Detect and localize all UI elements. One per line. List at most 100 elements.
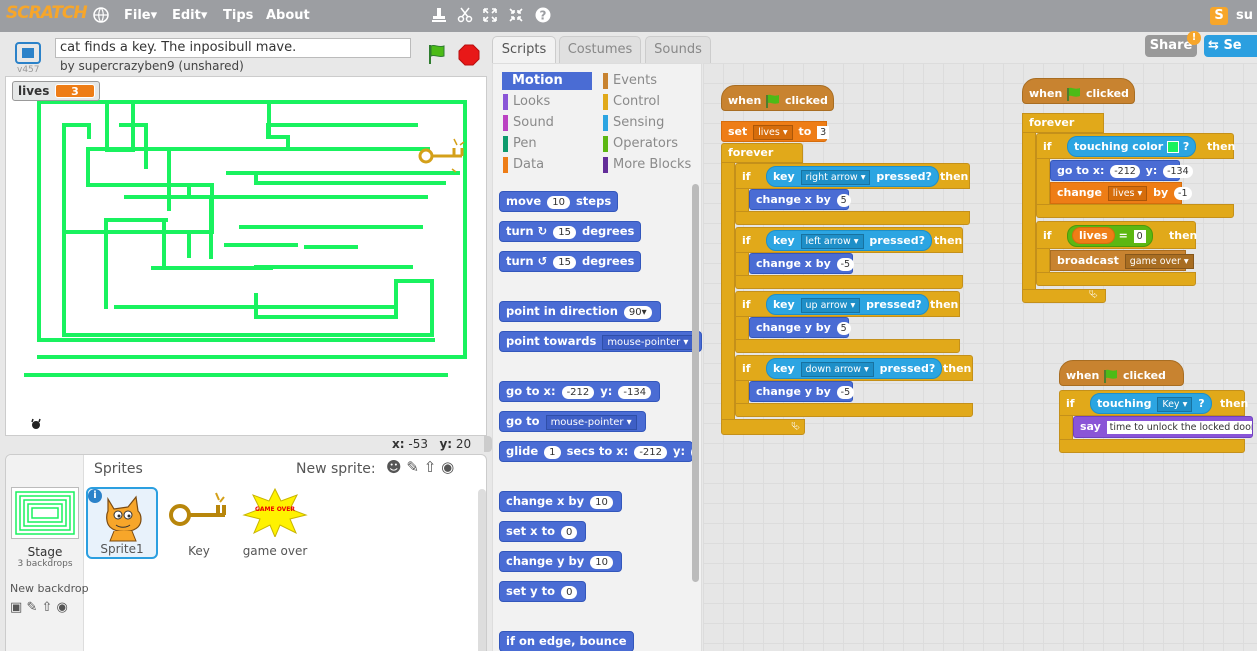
block-input[interactable]: 5 <box>836 322 851 335</box>
if-left-arrow-block[interactable]: if key left arrow ▾ pressed? then <box>735 227 963 253</box>
if-up-arrow-block[interactable]: if key up arrow ▾ pressed? then <box>735 291 960 317</box>
variable-dropdown[interactable]: lives ▾ <box>1107 186 1148 201</box>
block-input[interactable]: time to unlock the locked door <box>1106 421 1252 434</box>
key-dropdown[interactable]: up arrow ▾ <box>800 298 861 313</box>
block-input[interactable]: 5 <box>836 194 851 207</box>
block-input[interactable]: -134 <box>618 386 652 399</box>
category-more-blocks[interactable]: More Blocks <box>603 156 691 174</box>
block-input[interactable]: 1 <box>544 446 561 459</box>
stage-canvas[interactable]: lives 3 <box>5 76 487 436</box>
sprite-tile-game-over[interactable]: GAME OVER game over <box>239 487 311 559</box>
block-dropdown[interactable]: mouse-pointer ▾ <box>545 415 637 430</box>
key-pressed-sensing[interactable]: key up arrow ▾ pressed? <box>766 294 929 315</box>
block-point-direction[interactable]: point in direction 90▾ <box>499 301 661 322</box>
variable-dropdown[interactable]: lives ▾ <box>753 125 793 140</box>
category-data[interactable]: Data <box>503 156 544 174</box>
username[interactable]: su <box>1236 8 1253 23</box>
collapse-stage-handle[interactable] <box>484 436 492 452</box>
grow-icon[interactable] <box>481 7 499 25</box>
shrink-icon[interactable] <box>507 7 525 25</box>
category-looks[interactable]: Looks <box>503 93 550 111</box>
category-pen[interactable]: Pen <box>503 135 537 153</box>
tab-scripts[interactable]: Scripts <box>492 36 556 64</box>
block-input[interactable]: 10 <box>590 496 613 509</box>
block-input[interactable]: 10 <box>590 556 613 569</box>
if-touching-color-block[interactable]: if touching color ? then <box>1036 133 1235 159</box>
camera-backdrop-icon[interactable]: ◉ <box>57 600 68 615</box>
block-go-to[interactable]: go to mouse-pointer ▾ <box>499 411 646 432</box>
if-lives-zero-block[interactable]: if lives = 0 then <box>1036 221 1197 249</box>
change-lives-block[interactable]: change lives ▾ by -1 <box>1050 182 1192 204</box>
key-pressed-sensing[interactable]: key right arrow ▾ pressed? <box>766 166 939 187</box>
block-input[interactable]: 15 <box>553 226 576 239</box>
stop-icon[interactable] <box>458 44 480 66</box>
if-touching-key-block[interactable]: if touching Key ▾ ? then <box>1059 390 1248 416</box>
globe-icon[interactable] <box>92 7 110 25</box>
category-sound[interactable]: Sound <box>503 114 554 132</box>
edit-menu[interactable]: Edit▾ <box>172 8 207 23</box>
block-input[interactable]: -5 <box>836 386 855 399</box>
fullscreen-icon[interactable] <box>15 42 41 64</box>
category-events[interactable]: Events <box>603 72 657 90</box>
broadcast-block[interactable]: broadcast game over ▾ <box>1050 250 1194 271</box>
lives-reporter[interactable]: lives <box>1072 227 1115 244</box>
when-flag-clicked-hat-2[interactable]: when clicked <box>1022 78 1135 104</box>
block-set-y[interactable]: set y to 0 <box>499 581 587 602</box>
block-input[interactable]: 10 <box>547 196 570 209</box>
change-y-by-neg5-block[interactable]: change y by -5 <box>749 381 855 402</box>
category-sensing[interactable]: Sensing <box>603 114 664 132</box>
palette-scrollbar[interactable] <box>692 184 699 582</box>
scratch-logo[interactable]: SCRATCH <box>6 3 88 23</box>
block-bounce[interactable]: if on edge, bounce <box>499 631 634 651</box>
cut-scissors-icon[interactable] <box>456 7 474 25</box>
sprites-scrollbar[interactable] <box>478 489 486 651</box>
camera-sprite-icon[interactable]: ◉ <box>441 458 454 476</box>
block-input[interactable]: 0 <box>1133 230 1146 243</box>
block-change-x[interactable]: change x by 10 <box>499 491 622 512</box>
block-input[interactable]: 90▾ <box>623 306 652 319</box>
block-input[interactable]: -212 <box>634 446 668 459</box>
block-change-y[interactable]: change y by 10 <box>499 551 622 572</box>
scripts-area[interactable]: when clicked set lives ▾ to 3 forever ⮱ … <box>703 63 1257 651</box>
set-lives-block[interactable]: set lives ▾ to 3 <box>721 121 830 142</box>
change-y-by-5-block[interactable]: change y by 5 <box>749 317 851 338</box>
block-input[interactable]: -5 <box>836 258 855 271</box>
tab-costumes[interactable]: Costumes <box>559 36 641 64</box>
help-icon[interactable]: ? <box>534 7 552 25</box>
block-input[interactable]: -1 <box>1174 187 1192 200</box>
draw-backdrop-icon[interactable]: ✎ <box>26 600 37 615</box>
block-input[interactable]: 15 <box>553 256 576 269</box>
block-input[interactable]: -212 <box>561 386 595 399</box>
block-input[interactable]: 0 <box>560 526 578 539</box>
key-dropdown[interactable]: right arrow ▾ <box>800 170 871 185</box>
block-glide[interactable]: glide 1 secs to x: -212 y: -134 <box>499 441 693 462</box>
sprite-tile-sprite1[interactable]: i Sprite1 <box>86 487 158 559</box>
green-flag-icon[interactable] <box>426 43 448 65</box>
block-input[interactable]: -134 <box>1163 165 1193 178</box>
key-pressed-sensing[interactable]: key left arrow ▾ pressed? <box>766 230 932 251</box>
block-turn-right[interactable]: turn ↻ 15 degrees <box>499 221 642 242</box>
paint-sprite-icon[interactable]: ✎ <box>406 458 419 476</box>
duplicate-stamp-icon[interactable] <box>430 7 448 25</box>
equals-operator[interactable]: lives = 0 <box>1067 225 1153 247</box>
forever-block-top[interactable]: forever <box>721 143 803 163</box>
when-flag-clicked-hat-3[interactable]: when clicked <box>1059 360 1184 386</box>
block-input[interactable]: -212 <box>1110 165 1140 178</box>
see-project-page-button[interactable]: ⇆ Se <box>1204 35 1257 57</box>
message-dropdown[interactable]: game over ▾ <box>1124 254 1194 269</box>
block-set-x[interactable]: set x to 0 <box>499 521 587 542</box>
stage-thumbnail[interactable] <box>11 487 79 539</box>
file-menu[interactable]: File▾ <box>124 8 157 23</box>
lives-monitor[interactable]: lives 3 <box>12 81 100 101</box>
forever-block-top-2[interactable]: forever <box>1022 113 1104 133</box>
sprite-tile-key[interactable]: Key <box>163 487 235 559</box>
user-avatar[interactable]: S <box>1210 7 1228 25</box>
block-point-towards[interactable]: point towards mouse-pointer ▾ <box>499 331 703 352</box>
block-turn-left[interactable]: turn ↺ 15 degrees <box>499 251 642 272</box>
key-pressed-sensing[interactable]: key down arrow ▾ pressed? <box>766 358 943 379</box>
upload-sprite-icon[interactable]: ⇧ <box>424 458 437 476</box>
project-title-input[interactable]: cat finds a key. The inposibull mave. <box>55 38 411 58</box>
upload-backdrop-icon[interactable]: ⇧ <box>41 600 52 615</box>
key-dropdown[interactable]: down arrow ▾ <box>800 362 874 377</box>
change-x-by-5-block[interactable]: change x by 5 <box>749 189 851 210</box>
